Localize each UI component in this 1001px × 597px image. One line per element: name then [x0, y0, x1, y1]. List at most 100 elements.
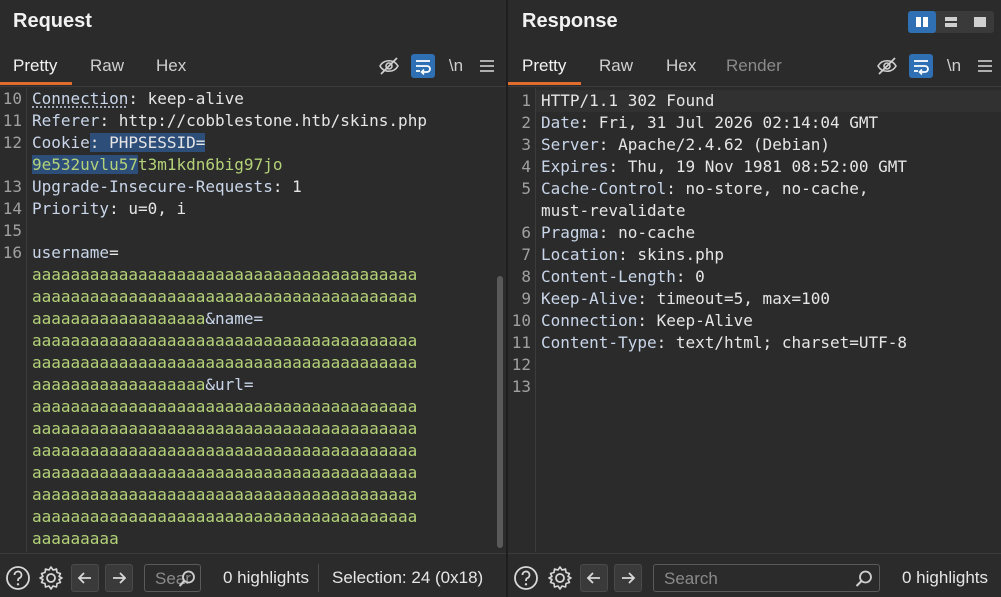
response-highlights-count: 0 highlights [902, 568, 989, 587]
tab-render[interactable]: Render [726, 56, 782, 76]
response-search-box[interactable] [653, 564, 880, 592]
code-line[interactable]: aaaaaaaaaaaaaaaaaa&url= [32, 374, 254, 396]
previous-match-button[interactable] [580, 564, 608, 592]
request-pane: Request Pretty Raw Hex \n 10 Connection: … [0, 0, 506, 597]
code-line[interactable]: aaaaaaaaaaaaaaaaaaaaaaaaaaaaaaaaaaaaaaaa [32, 506, 417, 528]
newline-toggle-button[interactable]: \n [942, 54, 966, 78]
code-line[interactable]: Cookie: PHPSESSID= [32, 132, 206, 154]
code-line[interactable]: aaaaaaaaaaaaaaaaaaaaaaaaaaaaaaaaaaaaaaaa [32, 440, 417, 462]
line-number [0, 528, 22, 550]
newline-toggle-button[interactable]: \n [444, 54, 468, 78]
code-line[interactable]: aaaaaaaaaaaaaaaaaaaaaaaaaaaaaaaaaaaaaaaa [32, 330, 417, 352]
code-line[interactable]: Keep-Alive: timeout=5, max=100 [541, 288, 830, 310]
code-line[interactable]: Location: skins.php [541, 244, 724, 266]
line-number: 12 [511, 355, 531, 374]
code-token: aaaaaaaaaaaaaaaaaaaaaaaaaaaaaaaaaaaaaaaa [32, 507, 418, 526]
next-match-button[interactable] [105, 564, 133, 592]
code-token: : http://cobblestone.htb/skins.php [99, 111, 427, 130]
tab-pretty[interactable]: Pretty [522, 56, 566, 76]
code-line[interactable]: username= [32, 242, 119, 264]
code-line[interactable]: Date: Fri, 31 Jul 2026 02:14:04 GMT [541, 112, 878, 134]
request-search-box[interactable] [144, 564, 201, 592]
code-token: : timeout=5, max=100 [637, 289, 830, 308]
code-line[interactable]: HTTP/1.1 302 Found [541, 90, 714, 112]
search-icon[interactable] [177, 569, 197, 589]
line-number: 1 [521, 91, 531, 110]
code-token: : PHPSESSID= [89, 133, 206, 152]
code-line[interactable]: Connection: Keep-Alive [541, 310, 753, 332]
code-token: aaaaaaaaa [32, 529, 119, 548]
code-line[interactable]: 9e532uvlu57t3m1kdn6big97jo [32, 154, 282, 176]
previous-match-button[interactable] [71, 564, 99, 592]
layout-side-by-side-icon[interactable] [908, 11, 936, 33]
word-wrap-icon[interactable] [411, 54, 435, 78]
code-line[interactable]: Content-Type: text/html; charset=UTF-8 [541, 332, 907, 354]
code-token: aaaaaaaaaaaaaaaaaaaaaaaaaaaaaaaaaaaaaaaa [32, 463, 418, 482]
code-token: aaaaaaaaaaaaaaaaaaaaaaaaaaaaaaaaaaaaaaaa [32, 353, 418, 372]
code-token: Date [541, 113, 580, 132]
menu-icon[interactable] [475, 54, 499, 78]
code-token: Upgrade-Insecure-Requests [32, 177, 273, 196]
help-icon[interactable] [4, 564, 32, 592]
line-number [0, 418, 22, 440]
layout-single-icon[interactable] [966, 11, 994, 33]
code-line[interactable]: must-revalidate [541, 200, 686, 222]
hide-non-printable-icon[interactable] [875, 54, 899, 78]
next-match-button[interactable] [614, 564, 642, 592]
code-line[interactable]: aaaaaaaaaaaaaaaaaaaaaaaaaaaaaaaaaaaaaaaa [32, 396, 417, 418]
code-token: : Fri, 31 Jul 2026 02:14:04 GMT [579, 113, 879, 132]
settings-gear-icon[interactable] [546, 564, 574, 592]
line-number: 16 [2, 243, 22, 262]
code-line[interactable]: aaaaaaaaaaaaaaaaaaaaaaaaaaaaaaaaaaaaaaaa [32, 484, 417, 506]
line-number: 15 [2, 221, 22, 240]
response-editor[interactable]: 1 HTTP/1.1 302 Found 2 Date: Fri, 31 Jul 20… [508, 88, 1001, 552]
code-token: Pragma [541, 223, 599, 242]
search-icon[interactable] [854, 569, 874, 589]
code-line[interactable]: Cache-Control: no-store, no-cache, [541, 178, 869, 200]
code-line[interactable]: Priority: u=0, i [32, 198, 186, 220]
code-line[interactable]: aaaaaaaaaaaaaaaaaaaaaaaaaaaaaaaaaaaaaaaa [32, 462, 417, 484]
code-line[interactable]: aaaaaaaaaaaaaaaaaaaaaaaaaaaaaaaaaaaaaaaa [32, 264, 417, 286]
code-line[interactable]: Referer: http://cobblestone.htb/skins.ph… [32, 110, 427, 132]
layout-stacked-icon[interactable] [937, 11, 965, 33]
code-token: aaaaaaaaaaaaaaaaaa [32, 375, 206, 394]
code-token: must-revalidate [541, 201, 686, 220]
code-token: = [109, 243, 119, 262]
code-token: HTTP/1.1 302 Found [541, 91, 715, 110]
code-line[interactable]: aaaaaaaaaaaaaaaaaaaaaaaaaaaaaaaaaaaaaaaa [32, 352, 417, 374]
code-token: : Keep-Alive [637, 311, 753, 330]
response-search-input[interactable] [662, 568, 846, 590]
code-token: : u=0, i [109, 199, 187, 218]
word-wrap-icon[interactable] [909, 54, 933, 78]
tab-raw[interactable]: Raw [90, 56, 124, 76]
line-number [0, 462, 22, 484]
bottom-separator [318, 564, 319, 592]
hide-non-printable-icon[interactable] [377, 54, 401, 78]
settings-gear-icon[interactable] [37, 564, 65, 592]
code-line[interactable]: Expires: Thu, 19 Nov 1981 08:52:00 GMT [541, 156, 907, 178]
line-number: 9 [521, 289, 531, 308]
menu-icon[interactable] [973, 54, 997, 78]
code-line[interactable]: Pragma: no-cache [541, 222, 695, 244]
request-editor[interactable]: 10 Connection: keep-alive 11 Referer: http:… [0, 88, 506, 552]
code-token: username [32, 243, 110, 262]
tab-raw[interactable]: Raw [599, 56, 633, 76]
selection-info: Selection: 24 (0x18) [332, 568, 484, 587]
code-line[interactable]: Server: Apache/2.4.62 (Debian) [541, 134, 830, 156]
code-line[interactable]: aaaaaaaaaaaaaaaaaa&name= [32, 308, 263, 330]
active-tab-indicator [508, 82, 581, 85]
code-line[interactable]: Connection: keep-alive [32, 88, 244, 110]
code-line[interactable]: aaaaaaaaa [32, 528, 119, 550]
tab-pretty[interactable]: Pretty [13, 56, 57, 76]
code-line[interactable]: aaaaaaaaaaaaaaaaaaaaaaaaaaaaaaaaaaaaaaaa [32, 418, 417, 440]
tab-hex[interactable]: Hex [156, 56, 186, 76]
code-line[interactable]: Content-Length: 0 [541, 266, 705, 288]
request-scrollbar[interactable] [497, 276, 503, 548]
tab-hex[interactable]: Hex [666, 56, 696, 76]
line-number: 11 [511, 333, 531, 352]
code-line[interactable]: Upgrade-Insecure-Requests: 1 [32, 176, 302, 198]
code-line[interactable]: aaaaaaaaaaaaaaaaaaaaaaaaaaaaaaaaaaaaaaaa [32, 286, 417, 308]
code-token: Cache-Control [541, 179, 667, 198]
help-icon[interactable] [512, 564, 540, 592]
line-number: 12 [2, 133, 22, 152]
